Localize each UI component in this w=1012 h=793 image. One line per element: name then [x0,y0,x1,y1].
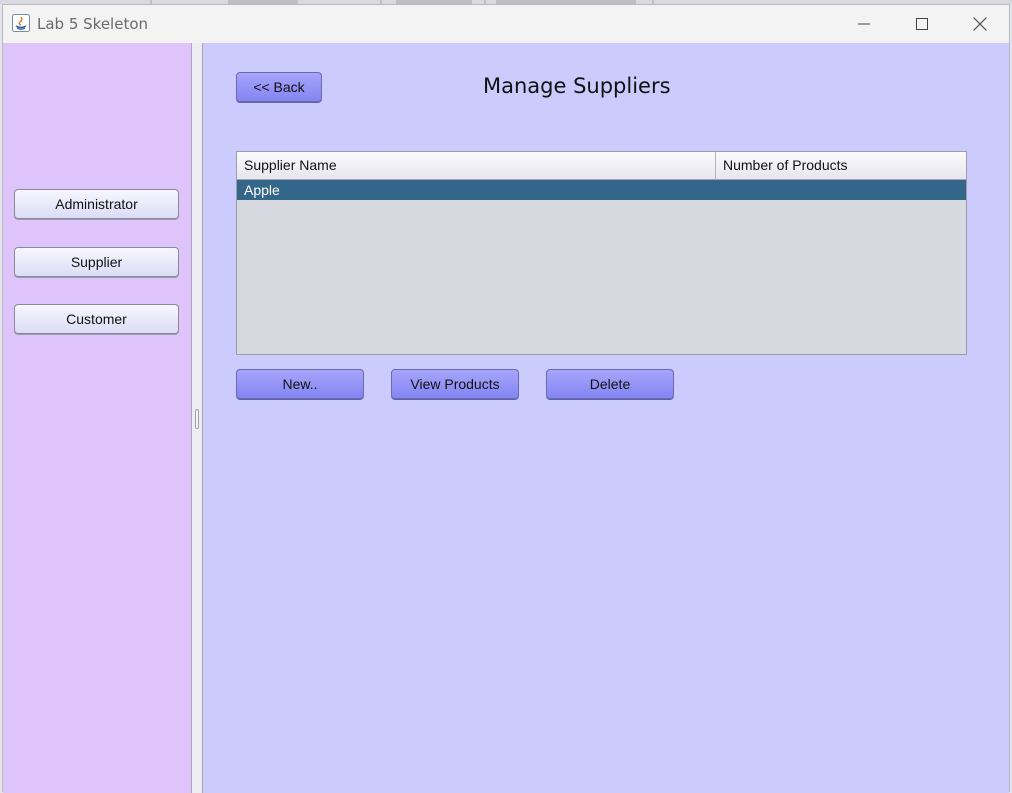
sidebar: Administrator Supplier Customer [3,43,191,793]
app-window: Lab 5 Skeleton Administrator Supplier Cu… [2,4,1010,793]
window-title: Lab 5 Skeleton [37,15,149,33]
minimize-icon [858,23,870,25]
administrator-button[interactable]: Administrator [14,189,179,219]
java-app-icon [12,14,30,32]
delete-button[interactable]: Delete [546,369,674,399]
split-pane-divider[interactable] [191,43,203,793]
maximize-button[interactable] [893,5,951,43]
title-bar: Lab 5 Skeleton [3,5,1009,43]
view-products-button[interactable]: View Products [391,369,519,399]
new-supplier-button[interactable]: New.. [236,369,364,399]
main-panel: << Back Manage Suppliers Supplier Name N… [203,43,1009,793]
supplier-button[interactable]: Supplier [14,247,179,277]
customer-button[interactable]: Customer [14,304,179,334]
minimize-button[interactable] [835,5,893,43]
maximize-icon [916,18,928,30]
supplier-name-cell: Apple [244,182,280,198]
page-title: Manage Suppliers [483,74,671,98]
close-button[interactable] [951,5,1009,43]
table-row[interactable]: Apple [237,180,966,200]
suppliers-table: Supplier Name Number of Products Apple [236,151,967,355]
column-header-supplier-name[interactable]: Supplier Name [237,152,716,180]
divider-grip-handle[interactable] [195,409,199,429]
table-header: Supplier Name Number of Products [237,152,966,180]
column-header-number-of-products[interactable]: Number of Products [716,152,966,180]
back-button[interactable]: << Back [236,72,322,102]
close-icon [973,17,987,31]
